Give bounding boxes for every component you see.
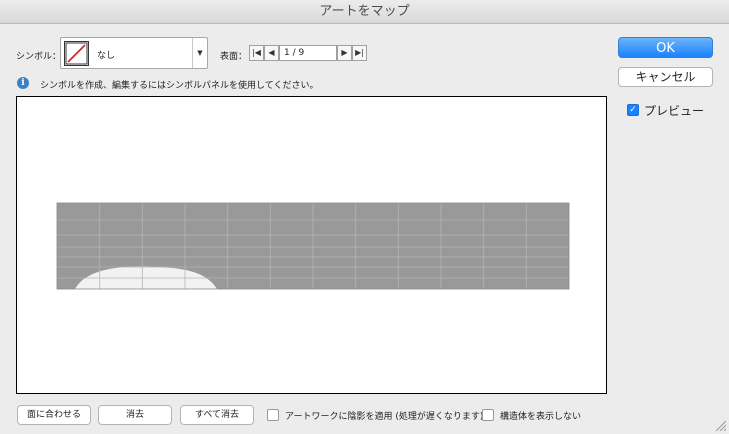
window-title: アートをマップ <box>0 0 729 24</box>
hidden-geometry-checkbox[interactable] <box>482 409 494 421</box>
symbol-dropdown[interactable]: なし ▼ <box>60 37 208 69</box>
ok-button[interactable]: OK <box>618 37 713 58</box>
dropdown-arrow-icon[interactable]: ▼ <box>192 38 207 68</box>
symbol-label: シンボル： <box>16 52 62 62</box>
shading-checkbox[interactable] <box>267 409 279 421</box>
previous-page-icon[interactable]: ◀ <box>264 45 279 61</box>
surface-preview[interactable] <box>16 96 607 394</box>
cancel-button[interactable]: キャンセル <box>618 67 713 87</box>
surface-page-field[interactable]: 1 / 9 <box>279 45 337 61</box>
symbol-value: なし <box>97 51 116 61</box>
first-page-icon[interactable]: |◀ <box>249 45 264 61</box>
clear-all-button[interactable]: すべて消去 <box>180 405 254 425</box>
mesh-preview <box>56 202 570 290</box>
clear-button[interactable]: 消去 <box>98 405 172 425</box>
info-icon: i <box>17 77 29 89</box>
fit-to-panel-button[interactable]: 面に合わせる <box>17 405 91 425</box>
hidden-geometry-label: 構造体を表示しない <box>500 412 582 422</box>
preview-checkbox[interactable]: ✓ <box>627 104 639 116</box>
last-page-icon[interactable]: ▶| <box>352 45 367 61</box>
resize-grip-icon[interactable] <box>714 419 726 431</box>
surface-label: 表面： <box>220 52 248 62</box>
shading-label: アートワークに陰影を適用 (処理が遅くなります) <box>285 412 484 422</box>
next-page-icon[interactable]: ▶ <box>337 45 352 61</box>
preview-label: プレビュー <box>644 104 705 118</box>
info-text: シンボルを作成、編集するにはシンボルパネルを使用してください。 <box>40 81 319 91</box>
surface-pager: |◀ ◀ 1 / 9 ▶ ▶| <box>249 45 367 61</box>
none-symbol-icon <box>64 41 89 66</box>
